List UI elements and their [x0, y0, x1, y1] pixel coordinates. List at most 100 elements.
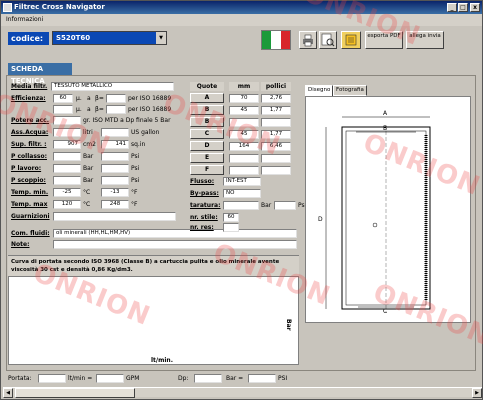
bar-text: Bar = — [226, 375, 244, 382]
portata-field[interactable] — [38, 374, 66, 383]
quote-c-button[interactable]: C — [190, 129, 224, 139]
quote-e-mm[interactable] — [229, 154, 259, 163]
x-unit-label: lt/min. — [151, 357, 173, 364]
litri-unit: litri — [83, 129, 93, 136]
window-title: Filtrec Cross Navigator — [14, 3, 105, 11]
mu-unit: µ. — [76, 95, 82, 102]
stile-label: nr. stile: — [190, 214, 218, 221]
acqua-gal-field[interactable] — [101, 128, 129, 137]
maximize-button[interactable]: □ — [458, 3, 468, 12]
quote-d-button[interactable]: D — [190, 141, 224, 151]
quote-c-mm[interactable]: 45 — [229, 130, 259, 139]
quote-b-mm[interactable]: 45 — [229, 106, 259, 115]
psi-field[interactable] — [248, 374, 276, 383]
acqua-litri-field[interactable] — [53, 128, 81, 137]
bypass-field[interactable]: NO — [223, 189, 261, 198]
italian-flag-icon[interactable] — [261, 30, 291, 50]
fahrenheit-unit: °F — [131, 189, 138, 196]
a-text-2: a — [87, 106, 91, 113]
flusso-field[interactable]: INT-EST — [223, 177, 261, 186]
beta-text-2: β= — [95, 106, 104, 113]
pcollasso-psi-field[interactable] — [101, 152, 129, 161]
tmax-c-field[interactable]: 120 — [53, 200, 81, 209]
pcollasso-bar-field[interactable] — [53, 152, 81, 161]
drawing-pane: A B C D — [305, 96, 471, 323]
magnifier-icon — [321, 33, 335, 47]
minimize-button[interactable]: _ — [447, 3, 457, 12]
tab-disegno[interactable]: Disegno — [305, 85, 334, 96]
quote-f-button[interactable]: F — [190, 165, 224, 175]
cm2-unit: cm2 — [83, 141, 96, 148]
quote-b2-in[interactable] — [261, 118, 291, 127]
pscoppio-psi-field[interactable] — [101, 176, 129, 185]
quote-a-mm[interactable]: 70 — [229, 94, 259, 103]
quote-b-in[interactable]: 1,77 — [261, 106, 291, 115]
tab-fotografia[interactable]: Fotografia — [333, 85, 367, 96]
beta-2-field[interactable] — [106, 105, 126, 114]
tmin-f-field[interactable]: -13 — [101, 188, 129, 197]
psi-unit: PSI — [278, 375, 288, 382]
pscoppio-bar-field[interactable] — [53, 176, 81, 185]
curve-description: Curva di portata secondo ISO 3968 (Class… — [8, 256, 299, 277]
print-button[interactable] — [299, 31, 317, 49]
potere-label: Potere acc. — [11, 117, 50, 124]
quote-d-mm[interactable]: 164 — [229, 142, 259, 151]
app-icon — [3, 3, 12, 12]
quote-d-in[interactable]: 6,46 — [261, 142, 291, 151]
quote-a-button[interactable]: A — [190, 93, 224, 103]
allega-invia-button[interactable]: allega invia — [406, 31, 444, 49]
chevron-down-icon[interactable]: ▼ — [156, 32, 166, 44]
tmin-c-field[interactable]: -25 — [53, 188, 81, 197]
scroll-right-icon[interactable]: ▶ — [472, 388, 482, 398]
pcollasso-bar-unit: Bar — [83, 153, 94, 160]
efficienza-2-field[interactable] — [53, 105, 73, 114]
res-field[interactable] — [223, 223, 239, 232]
codice-select[interactable]: S520T60 ▼ — [52, 31, 167, 45]
preview-button[interactable] — [319, 31, 337, 49]
quote-c-in[interactable]: 1,77 — [261, 130, 291, 139]
codice-label: codice: — [8, 32, 49, 45]
potere-field[interactable] — [53, 116, 81, 125]
plavoro-bar-unit: Bar — [83, 165, 94, 172]
media-field[interactable]: TESSUTO METALLICO — [51, 82, 174, 91]
quote-b-button[interactable]: B — [190, 105, 224, 115]
y-unit-label: Bar — [285, 319, 292, 331]
esporta-pdf-button[interactable]: esporta PDF — [365, 31, 403, 49]
dim-a-label: A — [383, 110, 388, 117]
efficienza-label: Efficienza: — [11, 95, 46, 102]
plavoro-psi-unit: Psi — [131, 165, 140, 172]
a-text: a — [87, 95, 91, 102]
app-window: Filtrec Cross Navigator _ □ x Informazio… — [0, 0, 483, 400]
plavoro-bar-field[interactable] — [53, 164, 81, 173]
beta-1-field[interactable] — [106, 94, 126, 103]
superficie-sqin-field[interactable]: 141 — [101, 140, 129, 149]
plavoro-psi-field[interactable] — [101, 164, 129, 173]
quote-f-mm[interactable] — [229, 166, 259, 175]
quote-f-in[interactable] — [261, 166, 291, 175]
quote-b2-button[interactable]: B — [190, 117, 224, 127]
taratura-psi-field[interactable] — [274, 201, 296, 210]
superficie-cm2-field[interactable]: 907 — [53, 140, 81, 149]
guarnizioni-field[interactable] — [53, 212, 176, 221]
taratura-bar-field[interactable] — [223, 201, 259, 210]
title-bar: Filtrec Cross Navigator _ □ x — [1, 1, 482, 14]
gallon-unit: US gallon — [131, 129, 160, 136]
stile-field[interactable]: 60 — [223, 213, 239, 222]
quote-a-in[interactable]: 2,76 — [261, 94, 291, 103]
gpm-field[interactable] — [96, 374, 124, 383]
quote-e-button[interactable]: E — [190, 153, 224, 163]
tmax-f-field[interactable]: 248 — [101, 200, 129, 209]
dp-field[interactable] — [194, 374, 222, 383]
note-field[interactable] — [53, 240, 297, 249]
quote-b2-mm[interactable] — [229, 118, 259, 127]
compatibilita-field[interactable]: oli minerali (HH,HL,HM,HV) — [53, 229, 297, 238]
document-button[interactable] — [341, 31, 361, 49]
close-button[interactable]: x — [470, 3, 480, 12]
horizontal-scrollbar[interactable]: ◀ ▶ — [3, 387, 482, 398]
scroll-thumb[interactable] — [15, 388, 135, 398]
note-label: Note: — [11, 241, 30, 248]
quote-e-in[interactable] — [261, 154, 291, 163]
efficienza-1-field[interactable]: 60 — [53, 94, 73, 103]
scroll-left-icon[interactable]: ◀ — [3, 388, 13, 398]
menu-item-informazioni[interactable]: Informazioni — [6, 16, 43, 23]
